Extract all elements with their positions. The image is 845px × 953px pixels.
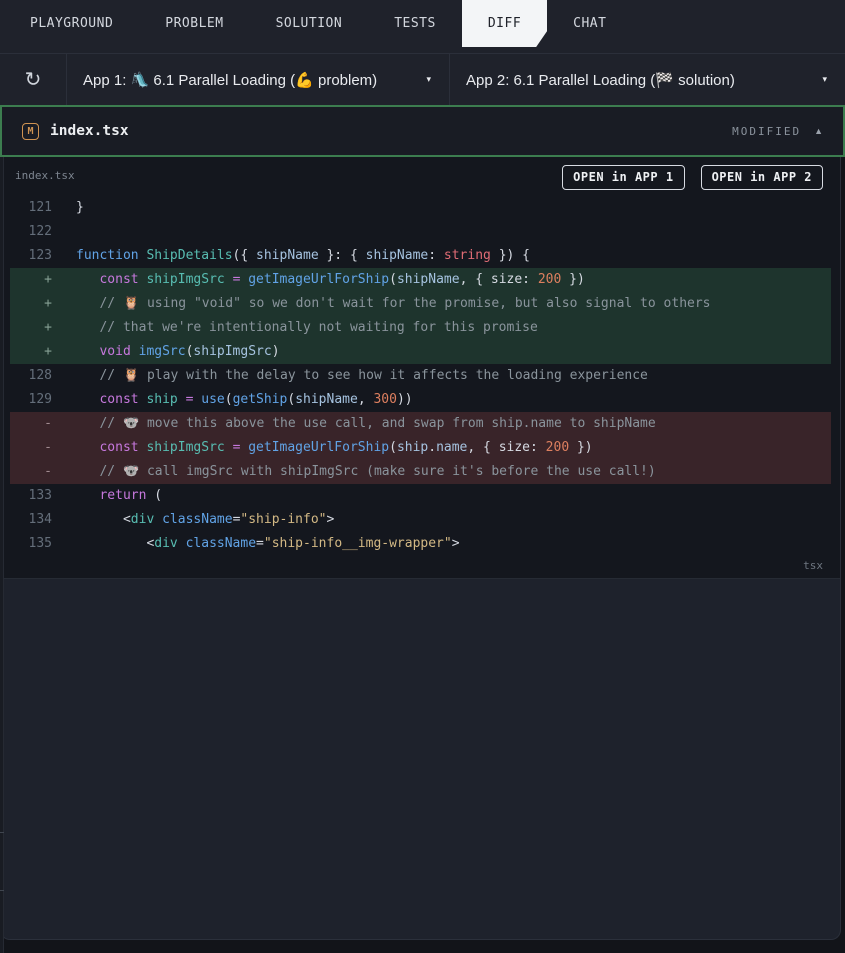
code-text: void imgSrc(shipImgSrc) <box>99 344 280 359</box>
code-text: const shipImgSrc = getImageUrlForShip(sh… <box>99 272 585 287</box>
diff-panel: index.tsx OPEN in APP 1 OPEN in APP 2 121… <box>0 157 841 940</box>
code-text: <div className="ship-info"> <box>76 512 335 527</box>
code-block-header: index.tsx OPEN in APP 1 OPEN in APP 2 <box>10 157 831 196</box>
code-line: - const shipImgSrc = getImageUrlForShip(… <box>10 436 831 460</box>
code-text: // that we're intentionally not waiting … <box>99 320 538 335</box>
code-text: function ShipDetails({ shipName }: { shi… <box>76 248 531 263</box>
nav-tab-problem[interactable]: PROBLEM <box>139 0 249 47</box>
diff-sign: + <box>44 320 52 335</box>
line-number: 122 <box>28 224 52 239</box>
line-number: 133 <box>28 488 52 503</box>
code-line: 121} <box>10 196 831 220</box>
nav-tab-diff[interactable]: DIFF <box>462 0 547 47</box>
code-text: // 🐨 move this above the use call, and s… <box>99 416 656 431</box>
code-line: 122 <box>10 220 831 244</box>
file-name: index.tsx <box>50 123 129 139</box>
code-text: return ( <box>99 488 163 503</box>
code-line: 134 <div className="ship-info"> <box>10 508 831 532</box>
top-nav: PLAYGROUND PROBLEM SOLUTION TESTS DIFF CHAT <box>0 0 845 53</box>
chevron-down-icon: ▾ <box>426 74 431 84</box>
rail-tick <box>0 832 4 833</box>
modified-file-icon: M <box>22 122 39 140</box>
app-selector-bar: ↻ App 1: 🛝 6.1 Parallel Loading (💪 probl… <box>0 53 845 105</box>
diff-sign: - <box>44 440 52 455</box>
code-line: 128 // 🦉 play with the delay to see how … <box>10 364 831 388</box>
code-line: - // 🐨 call imgSrc with shipImgSrc (make… <box>10 460 831 484</box>
code-line: 123 function ShipDetails({ shipName }: { … <box>10 244 831 268</box>
nav-tab-chat[interactable]: CHAT <box>547 0 632 47</box>
code-block[interactable]: index.tsx OPEN in APP 1 OPEN in APP 2 121… <box>1 157 840 579</box>
app2-select[interactable]: App 2: 6.1 Parallel Loading (🏁 solution)… <box>450 54 845 105</box>
code-line: + // that we're intentionally not waitin… <box>10 316 831 340</box>
code-text: const ship = use(getShip(shipName, 300)) <box>99 392 413 407</box>
code-line: 135 <div className="ship-info__img-wrapp… <box>10 532 831 556</box>
nav-tab-tests[interactable]: TESTS <box>368 0 462 47</box>
code-lines: 121} 122 123 function ShipDetails({ shipNam… <box>10 196 831 556</box>
nav-tab-solution[interactable]: SOLUTION <box>250 0 369 47</box>
line-number: 129 <box>28 392 52 407</box>
language-label: tsx <box>803 559 823 572</box>
line-number: 123 <box>28 248 52 263</box>
code-text: <div className="ship-info__img-wrapper"> <box>76 536 460 551</box>
code-line: - // 🐨 move this above the use call, and… <box>10 412 831 436</box>
diff-sign: + <box>44 344 52 359</box>
chevron-down-icon: ▾ <box>822 74 827 84</box>
nav-tab-playground[interactable]: PLAYGROUND <box>4 0 139 47</box>
code-line: + const shipImgSrc = getImageUrlForShip(… <box>10 268 831 292</box>
left-scrollbar-rail[interactable] <box>0 157 4 953</box>
line-number: 128 <box>28 368 52 383</box>
code-line: + // 🦉 using "void" so we don't wait for… <box>10 292 831 316</box>
collapse-arrow-icon: ▲ <box>814 126 823 136</box>
diff-sign: + <box>44 272 52 287</box>
refresh-button[interactable]: ↻ <box>0 54 67 105</box>
line-number: 135 <box>28 536 52 551</box>
rail-tick <box>0 890 4 891</box>
open-buttons: OPEN in APP 1 OPEN in APP 2 <box>546 165 823 190</box>
code-text: // 🦉 play with the delay to see how it a… <box>99 368 648 383</box>
code-line: 133 return ( <box>10 484 831 508</box>
open-in-app-1-button[interactable]: OPEN in APP 1 <box>562 165 685 190</box>
refresh-icon: ↻ <box>24 69 42 91</box>
app1-select-label: App 1: 🛝 6.1 Parallel Loading (💪 problem… <box>83 71 378 89</box>
code-line: 129 const ship = use(getShip(shipName, 3… <box>10 388 831 412</box>
code-text: // 🐨 call imgSrc with shipImgSrc (make s… <box>99 464 656 479</box>
line-number: 134 <box>28 512 52 527</box>
diff-sign: - <box>44 464 52 479</box>
diff-sign: - <box>44 416 52 431</box>
code-text: const shipImgSrc = getImageUrlForShip(sh… <box>99 440 593 455</box>
code-text: // 🦉 using "void" so we don't wait for t… <box>99 296 711 311</box>
code-text: } <box>76 200 84 215</box>
app2-select-label: App 2: 6.1 Parallel Loading (🏁 solution) <box>466 71 735 89</box>
line-number: 121 <box>28 200 52 215</box>
status-badge: MODIFIED <box>732 124 802 138</box>
file-accordion-header[interactable]: M index.tsx MODIFIED ▲ <box>0 105 845 157</box>
open-in-app-2-button[interactable]: OPEN in APP 2 <box>700 165 823 190</box>
code-file-label: index.tsx <box>15 169 75 182</box>
diff-sign: + <box>44 296 52 311</box>
app1-select[interactable]: App 1: 🛝 6.1 Parallel Loading (💪 problem… <box>67 54 450 105</box>
code-line: + void imgSrc(shipImgSrc) <box>10 340 831 364</box>
